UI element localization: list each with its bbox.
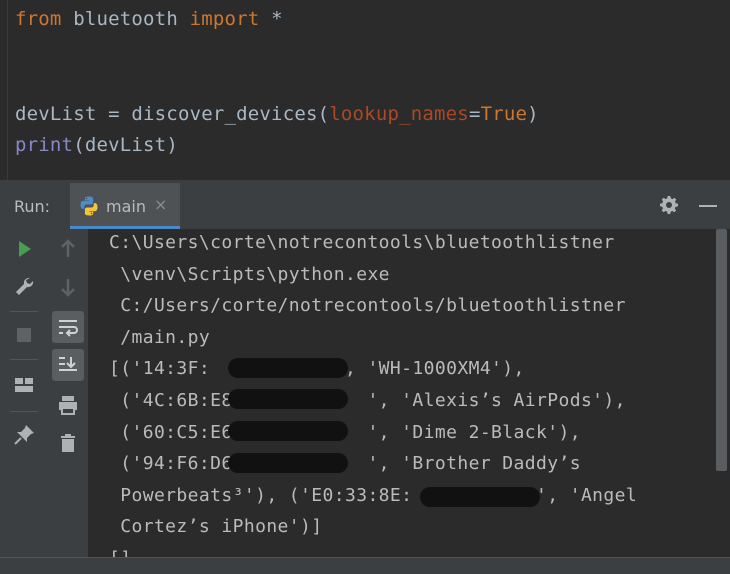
code-editor[interactable]: from bluetooth import * devList = discove…: [0, 0, 730, 180]
code-token: lookup_names: [329, 103, 469, 125]
gear-icon[interactable]: [659, 194, 681, 216]
scroll-to-end-icon[interactable]: [52, 349, 84, 381]
code-token: True: [480, 103, 528, 125]
toolbar-separator: [10, 411, 38, 412]
console-line: ('4C:6B:E8: ', 'Alexis’s AirPods'),: [109, 390, 626, 411]
code-token: ): [527, 103, 539, 125]
tab-main-label: main: [106, 197, 146, 216]
layout-icon[interactable]: [8, 369, 40, 401]
code-line[interactable]: print(devList): [15, 133, 178, 157]
print-icon[interactable]: [52, 389, 84, 421]
code-line[interactable]: devList = discover_devices(lookup_names=…: [15, 102, 539, 126]
code-line[interactable]: from bluetooth import *: [15, 7, 283, 31]
soft-wrap-icon[interactable]: [52, 311, 84, 343]
stop-icon[interactable]: [8, 319, 40, 351]
wrench-icon[interactable]: [8, 271, 40, 303]
redaction-mark: [228, 453, 348, 473]
code-token: from: [15, 8, 62, 30]
redaction-mark: [420, 487, 540, 507]
code-token: print: [15, 134, 74, 156]
run-label: Run:: [14, 197, 51, 216]
close-icon[interactable]: ×: [154, 195, 167, 214]
console-line: C:/Users/corte/notrecontools/bluetoothli…: [109, 295, 626, 317]
code-token: (devList): [73, 134, 178, 156]
arrow-down-icon[interactable]: [52, 271, 84, 303]
code-token: *: [259, 8, 283, 30]
toolbar-separator: [10, 359, 38, 360]
code-token: devList = discover_devices(: [15, 103, 330, 125]
python-icon: [80, 196, 98, 216]
run-toolbar-secondary: [48, 229, 88, 557]
console-scrollbar-thumb[interactable]: [716, 229, 727, 471]
run-toolbar-primary: [0, 229, 48, 557]
toolbar-separator: [10, 311, 38, 312]
tab-main[interactable]: main ×: [70, 183, 180, 229]
pin-icon[interactable]: [8, 419, 40, 451]
code-token: =: [468, 103, 481, 125]
bottom-edge: [0, 557, 730, 574]
console-line: Cortez’s iPhone')]: [109, 516, 323, 538]
console-line: Powerbeats³'), ('E0:33:8E: ', 'Angel: [109, 484, 638, 506]
redaction-mark: [228, 358, 348, 378]
console-line: /main.py: [109, 326, 211, 348]
code-token: bluetooth: [61, 8, 190, 30]
redaction-mark: [228, 389, 348, 409]
minimize-icon[interactable]: [699, 205, 717, 207]
run-header: Run: main ×: [0, 183, 730, 230]
console-line: \venv\Scripts\python.exe: [109, 263, 390, 285]
console-output[interactable]: C:\Users\corte\notrecontools\bluetoothli…: [88, 229, 713, 557]
redaction-mark: [228, 421, 348, 441]
trash-icon[interactable]: [52, 427, 84, 459]
rerun-icon[interactable]: [8, 233, 40, 265]
console-line: C:\Users\corte\notrecontools\bluetoothli…: [109, 232, 615, 253]
console-line: []: [109, 548, 131, 557]
arrow-up-icon[interactable]: [52, 233, 84, 265]
editor-gutter: [7, 0, 8, 180]
code-token: import: [189, 8, 260, 30]
